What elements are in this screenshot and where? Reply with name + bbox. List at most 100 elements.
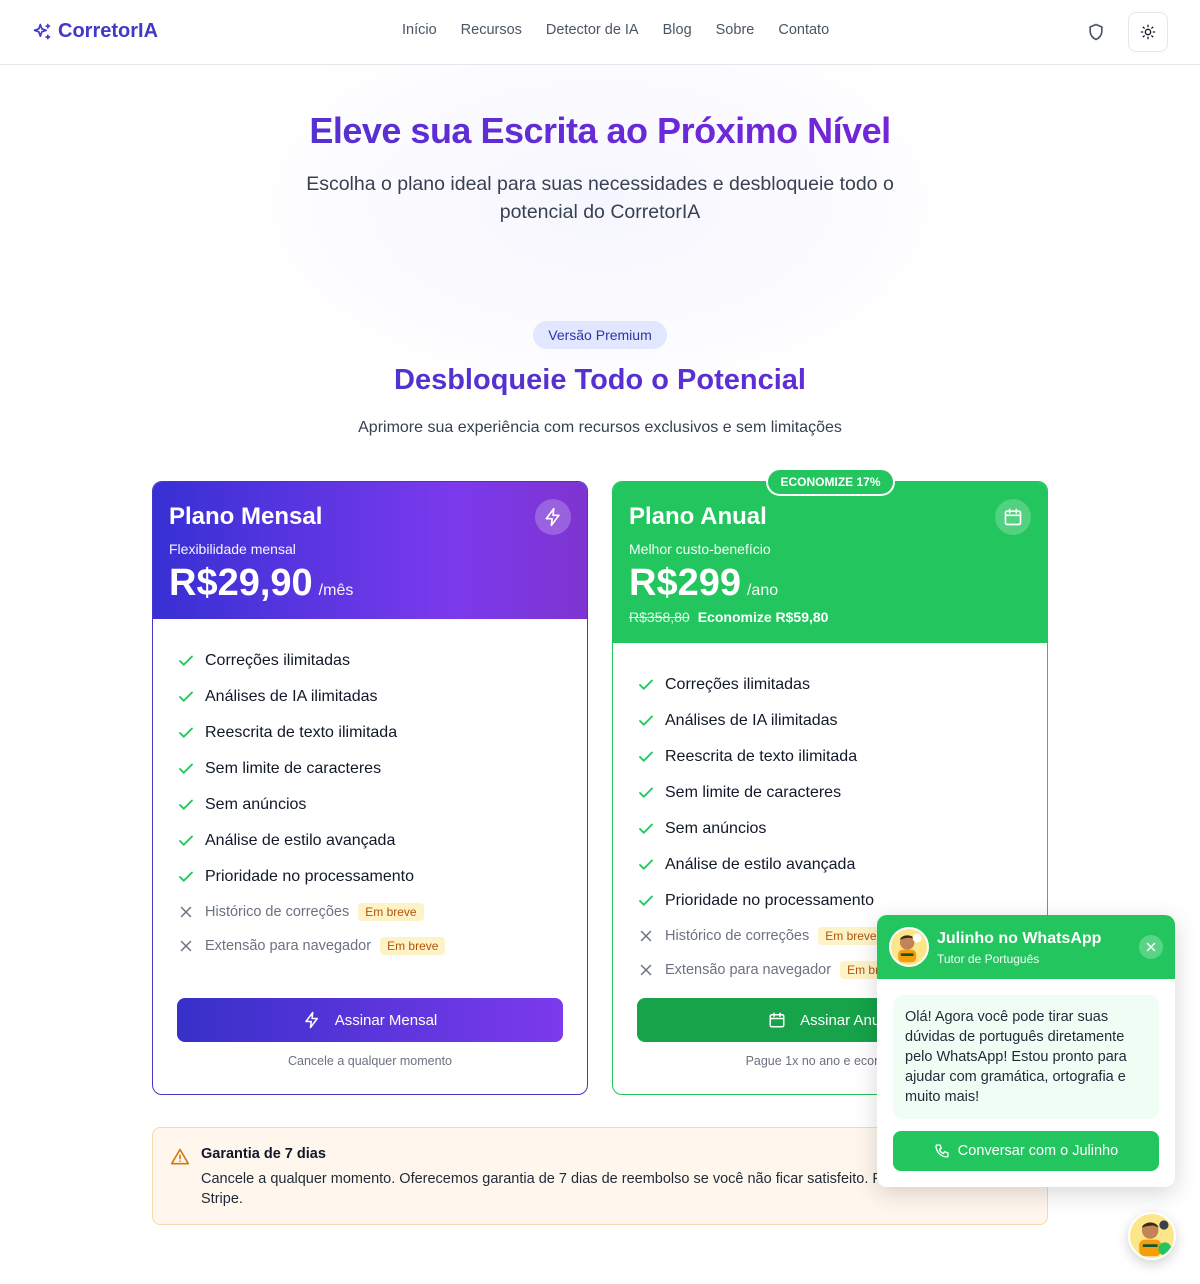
whatsapp-launcher-button[interactable] — [1128, 1212, 1176, 1260]
feature-label: Sem anúncios — [205, 796, 307, 813]
warning-icon — [170, 1148, 190, 1165]
guarantee-title: Garantia de 7 dias — [201, 1146, 326, 1162]
savings-amount: Economize R$59,80 — [697, 609, 829, 625]
lightning-icon — [304, 1011, 318, 1029]
check-icon — [179, 763, 193, 774]
sun-icon — [1140, 24, 1156, 40]
hero-subtitle: Escolha o plano ideal para suas necessid… — [306, 173, 894, 223]
check-icon — [639, 895, 653, 906]
feature-item: Sem limite de caracteres — [637, 775, 1023, 811]
feature-label: Histórico de correções — [205, 904, 350, 920]
coming-soon-badge: Em breve — [818, 927, 884, 945]
feature-item: Análises de IA ilimitadas — [177, 679, 563, 715]
feature-item-unavailable: Extensão para navegador Em breve — [177, 929, 563, 963]
hero-title: Eleve sua Escrita ao Próximo Nível — [0, 110, 1200, 152]
chat-message: Olá! Agora você pode tirar suas dúvidas … — [893, 995, 1159, 1119]
chat-contact-name: Julinho no WhatsApp — [937, 930, 1102, 947]
feature-item: Análise de estilo avançada — [637, 847, 1023, 883]
check-icon — [179, 835, 193, 846]
feature-item-unavailable: Histórico de correções Em breve — [177, 895, 563, 929]
plan-period: /ano — [746, 582, 779, 599]
coming-soon-badge: Em breve — [358, 903, 424, 921]
monthly-plan-card: Plano Mensal Flexibilidade mensal R$29,9… — [152, 481, 588, 1095]
logo-text: CorretorIA — [58, 20, 159, 42]
feature-label: Histórico de correções — [665, 928, 810, 944]
feature-label: Sem anúncios — [665, 820, 767, 837]
subscribe-monthly-button[interactable]: Assinar Mensal — [177, 998, 563, 1042]
feature-item: Correções ilimitadas — [637, 667, 1023, 703]
check-icon — [179, 691, 193, 702]
feature-label: Análises de IA ilimitadas — [665, 712, 838, 729]
feature-item: Sem limite de caracteres — [177, 751, 563, 787]
feature-label: Análise de estilo avançada — [205, 832, 396, 849]
check-icon — [639, 823, 653, 834]
nav-link-sobre[interactable]: Sobre — [716, 22, 755, 38]
nav-link-blog[interactable]: Blog — [663, 22, 692, 38]
feature-label: Extensão para navegador — [665, 962, 832, 978]
x-icon — [640, 964, 652, 976]
calendar-icon — [995, 499, 1031, 535]
nav-link-detector[interactable]: Detector de IA — [546, 22, 639, 38]
plan-tagline: Flexibilidade mensal — [169, 541, 296, 557]
premium-badge: Versão Premium — [533, 321, 667, 349]
feature-item: Reescrita de texto ilimitada — [637, 739, 1023, 775]
plan-name: Plano Anual — [629, 503, 767, 530]
button-label: Assinar Mensal — [334, 1011, 438, 1029]
plan-tagline: Melhor custo-benefício — [629, 541, 771, 557]
whatsapp-widget-header: Julinho no WhatsApp Tutor de Português — [877, 915, 1175, 979]
feature-item: Sem anúncios — [637, 811, 1023, 847]
close-icon[interactable] — [1139, 935, 1163, 959]
nav-link-inicio[interactable]: Início — [402, 22, 437, 38]
feature-item: Prioridade no processamento — [177, 859, 563, 895]
check-icon — [179, 871, 193, 882]
top-navbar: CorretorIA Início Recursos Detector de I… — [0, 0, 1200, 65]
plan-note: Cancele a qualquer momento — [288, 1054, 452, 1068]
feature-label: Sem limite de caracteres — [665, 784, 842, 801]
check-icon — [639, 751, 653, 762]
check-icon — [639, 787, 653, 798]
whatsapp-chat-widget: Julinho no WhatsApp Tutor de Português O… — [877, 915, 1175, 1187]
feature-label: Reescrita de texto ilimitada — [665, 748, 858, 765]
feature-item: Sem anúncios — [177, 787, 563, 823]
section-title: Desbloqueie Todo o Potencial — [0, 364, 1200, 397]
plan-period: /mês — [318, 582, 354, 599]
feature-item: Análises de IA ilimitadas — [637, 703, 1023, 739]
feature-label: Correções ilimitadas — [665, 676, 810, 693]
annual-plan-header: Plano Anual Melhor custo-benefício R$299… — [613, 482, 1047, 643]
discount-ribbon: ECONOMIZE 17% — [768, 470, 893, 494]
feature-label: Análises de IA ilimitadas — [205, 688, 378, 705]
theme-toggle-button[interactable] — [1128, 12, 1168, 52]
feature-label: Prioridade no processamento — [205, 868, 415, 885]
feature-label: Prioridade no processamento — [665, 892, 875, 909]
feature-label: Correções ilimitadas — [205, 652, 350, 669]
price-row: R$299 /ano — [629, 561, 1031, 605]
nav-link-contato[interactable]: Contato — [778, 22, 829, 38]
feature-item: Prioridade no processamento — [637, 883, 1023, 919]
start-chat-button[interactable]: Conversar com o Julinho — [893, 1131, 1159, 1171]
shield-icon[interactable] — [1086, 22, 1106, 42]
feature-label: Reescrita de texto ilimitada — [205, 724, 398, 741]
plan-price: R$299 — [629, 562, 741, 604]
feature-label: Extensão para navegador — [205, 938, 372, 954]
check-icon — [639, 715, 653, 726]
feature-list: Correções ilimitadas Análises de IA ilim… — [153, 619, 587, 963]
feature-item: Análise de estilo avançada — [177, 823, 563, 859]
button-label: Conversar com o Julinho — [957, 1143, 1119, 1159]
sparkles-icon — [33, 23, 51, 40]
feature-item: Reescrita de texto ilimitada — [177, 715, 563, 751]
coming-soon-badge: Em breve — [380, 937, 446, 955]
monthly-plan-header: Plano Mensal Flexibilidade mensal R$29,9… — [153, 482, 587, 619]
savings-row: R$358,80 Economize R$59,80 — [629, 609, 1031, 625]
plan-price: R$29,90 — [169, 562, 313, 604]
old-price: R$358,80 — [629, 609, 690, 625]
feature-label: Análise de estilo avançada — [665, 856, 856, 873]
check-icon — [179, 799, 193, 810]
nav-link-recursos[interactable]: Recursos — [461, 22, 522, 38]
feature-label: Sem limite de caracteres — [205, 760, 382, 777]
avatar — [1139, 1220, 1172, 1257]
main-nav: Início Recursos Detector de IA Blog Sobr… — [402, 22, 829, 38]
check-icon — [179, 655, 193, 666]
calendar-icon — [769, 1012, 785, 1028]
logo[interactable]: CorretorIA — [32, 20, 158, 43]
x-icon — [180, 940, 192, 952]
